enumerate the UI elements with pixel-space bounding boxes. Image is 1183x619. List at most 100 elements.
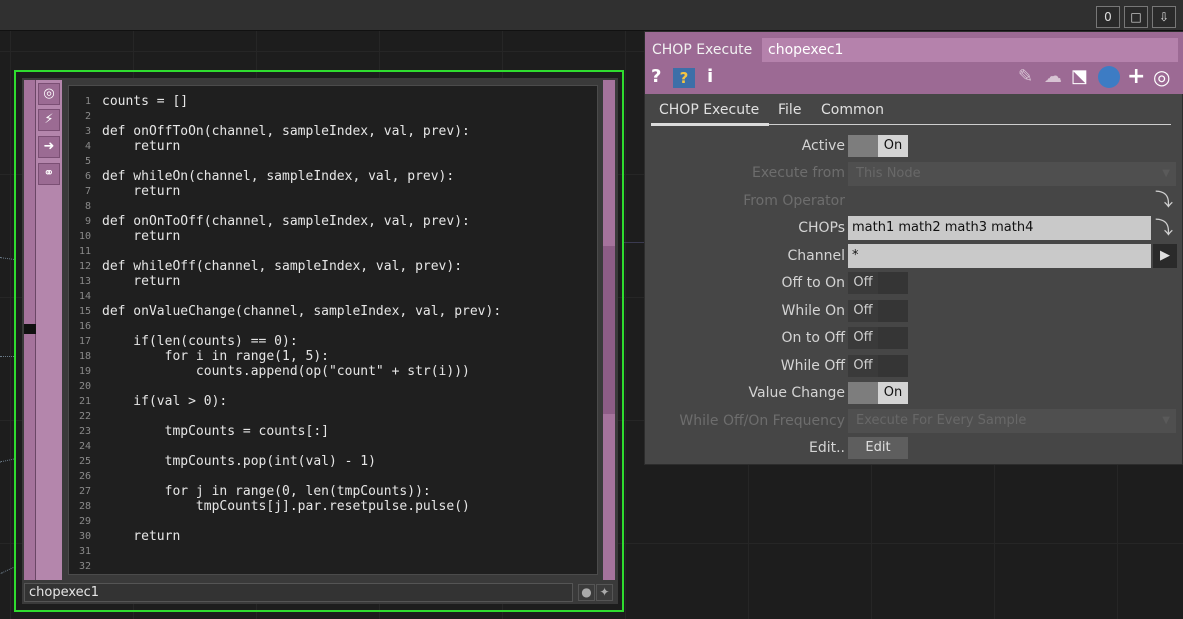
code-line: 1 counts = [] — [69, 94, 597, 109]
drop-target-icon[interactable]: ⤵ — [1155, 186, 1173, 212]
pulse-icon[interactable]: ⚡ — [38, 109, 60, 131]
tab-common[interactable]: Common — [821, 102, 884, 118]
code-text: if(val > 0): — [102, 394, 228, 409]
dropdown-arrow-icon: ▼ — [1162, 168, 1170, 179]
help-icon[interactable]: ? — [651, 66, 661, 88]
maximize-button[interactable]: □ — [1124, 6, 1148, 28]
comment-icon[interactable]: ☁ — [1044, 66, 1062, 88]
code-line: 21 if(val > 0): — [69, 394, 597, 409]
code-line: 24 — [69, 439, 597, 454]
line-number: 7 — [84, 186, 91, 197]
frequency-label: While Off/On Frequency — [679, 413, 845, 429]
code-line: 6 def whileOn(channel, sampleIndex, val, … — [69, 169, 597, 184]
input-connector[interactable] — [24, 324, 36, 334]
code-text: def onOnToOff(channel, sampleIndex, val,… — [102, 214, 470, 229]
code-text: counts.append(op("count" + str(i))) — [102, 364, 470, 379]
on-to-off-value: Off — [848, 327, 878, 349]
toggle-knob — [878, 327, 908, 349]
code-line: 11 — [69, 244, 597, 259]
viewer-toggle-button[interactable]: ● — [578, 584, 595, 601]
code-line: 28 tmpCounts[j].par.resetpulse.pulse() — [69, 499, 597, 514]
drop-target-icon[interactable]: ⤵ — [1155, 214, 1173, 240]
line-number: 14 — [78, 291, 91, 302]
code-text: def whileOff(channel, sampleIndex, val, … — [102, 259, 463, 274]
code-line: 16 — [69, 319, 597, 334]
arrow-right-icon[interactable]: ➜ — [38, 136, 60, 158]
python-icon[interactable]: ⚭ — [38, 163, 60, 185]
line-number: 10 — [78, 231, 91, 242]
code-text: tmpCounts[j].par.resetpulse.pulse() — [102, 499, 470, 514]
while-off-toggle[interactable]: Off — [848, 355, 908, 377]
line-number: 26 — [78, 471, 91, 482]
channel-menu-button[interactable]: ▶ — [1153, 244, 1177, 268]
code-line: 8 — [69, 199, 597, 214]
zero-button[interactable]: 0 — [1096, 6, 1120, 28]
operator-name-field[interactable]: chopexec1 — [762, 38, 1178, 62]
code-text: counts = [] — [102, 94, 189, 109]
line-number: 31 — [78, 546, 91, 557]
code-line: 10 return — [69, 229, 597, 244]
info-icon[interactable]: i — [707, 66, 713, 88]
off-to-on-toggle[interactable]: Off — [848, 272, 908, 294]
code-line: 3 def onOffToOn(channel, sampleIndex, val… — [69, 124, 597, 139]
clone-icon[interactable]: ⬔ — [1071, 66, 1088, 88]
code-line: 17 if(len(counts) == 0): — [69, 334, 597, 349]
line-number: 30 — [78, 531, 91, 542]
tab-file[interactable]: File — [778, 102, 801, 118]
connection-wire — [0, 356, 14, 357]
line-number: 16 — [78, 321, 91, 332]
value-change-toggle[interactable]: On — [848, 382, 908, 404]
dropdown-arrow-icon: ▼ — [1162, 415, 1170, 426]
code-line: 4 return — [69, 139, 597, 154]
on-to-off-label: On to Off — [781, 330, 845, 346]
off-to-on-label: Off to On — [781, 275, 845, 291]
line-number: 17 — [78, 336, 91, 347]
plus-icon[interactable]: + — [1127, 66, 1145, 88]
line-number: 19 — [78, 366, 91, 377]
channel-field[interactable]: * — [848, 244, 1151, 268]
code-scrollbar-thumb[interactable] — [603, 246, 615, 414]
frequency-menu[interactable]: Execute For Every Sample ▼ — [848, 409, 1176, 433]
chops-field[interactable]: math1 math2 math3 math4 — [848, 216, 1151, 240]
code-line: 20 — [69, 379, 597, 394]
target-icon[interactable]: ◎ — [1153, 66, 1170, 88]
code-text: if(len(counts) == 0): — [102, 334, 298, 349]
code-text: def whileOn(channel, sampleIndex, val, p… — [102, 169, 455, 184]
line-number: 27 — [78, 486, 91, 497]
code-text: def onOffToOn(channel, sampleIndex, val,… — [102, 124, 470, 139]
grid-line — [624, 242, 644, 243]
code-line: 31 — [69, 544, 597, 559]
active-toggle[interactable]: On — [848, 135, 908, 157]
frequency-value: Execute For Every Sample — [856, 413, 1027, 428]
execute-from-menu[interactable]: This Node ▼ — [848, 162, 1176, 186]
while-on-toggle[interactable]: Off — [848, 300, 908, 322]
while-off-label: While Off — [780, 358, 845, 374]
line-number: 5 — [84, 156, 91, 167]
line-number: 12 — [78, 261, 91, 272]
python-help-icon[interactable]: ? — [673, 68, 695, 88]
on-to-off-toggle[interactable]: Off — [848, 327, 908, 349]
node-name-label[interactable]: chopexec1 — [24, 583, 573, 602]
line-number: 29 — [78, 516, 91, 527]
tab-chop-execute[interactable]: CHOP Execute — [659, 102, 759, 118]
code-text: for i in range(1, 5): — [102, 349, 329, 364]
code-line: 12 def whileOff(channel, sampleIndex, val… — [69, 259, 597, 274]
node-pin-button[interactable]: ✦ — [596, 584, 613, 601]
operator-type-label: CHOP Execute — [652, 42, 753, 58]
edit-label: Edit.. — [808, 440, 845, 456]
python-icon[interactable] — [1098, 66, 1120, 88]
pencil-icon[interactable]: ✎ — [1018, 66, 1033, 88]
line-number: 8 — [84, 201, 91, 212]
code-viewer[interactable]: 1 counts = [] 2 3 def onOffToOn(channel, sam… — [68, 85, 598, 575]
code-line: 13 return — [69, 274, 597, 289]
value-change-label: Value Change — [748, 385, 846, 401]
code-text: for j in range(0, len(tmpCounts)): — [102, 484, 431, 499]
channel-label: Channel — [787, 248, 845, 264]
toggle-knob — [878, 272, 908, 294]
code-text: tmpCounts.pop(int(val) - 1) — [102, 454, 376, 469]
edit-button[interactable]: Edit — [848, 437, 908, 459]
code-line: 5 — [69, 154, 597, 169]
code-line: 27 for j in range(0, len(tmpCounts)): — [69, 484, 597, 499]
target-icon[interactable]: ◎ — [38, 83, 60, 105]
download-button[interactable]: ⇩ — [1152, 6, 1176, 28]
